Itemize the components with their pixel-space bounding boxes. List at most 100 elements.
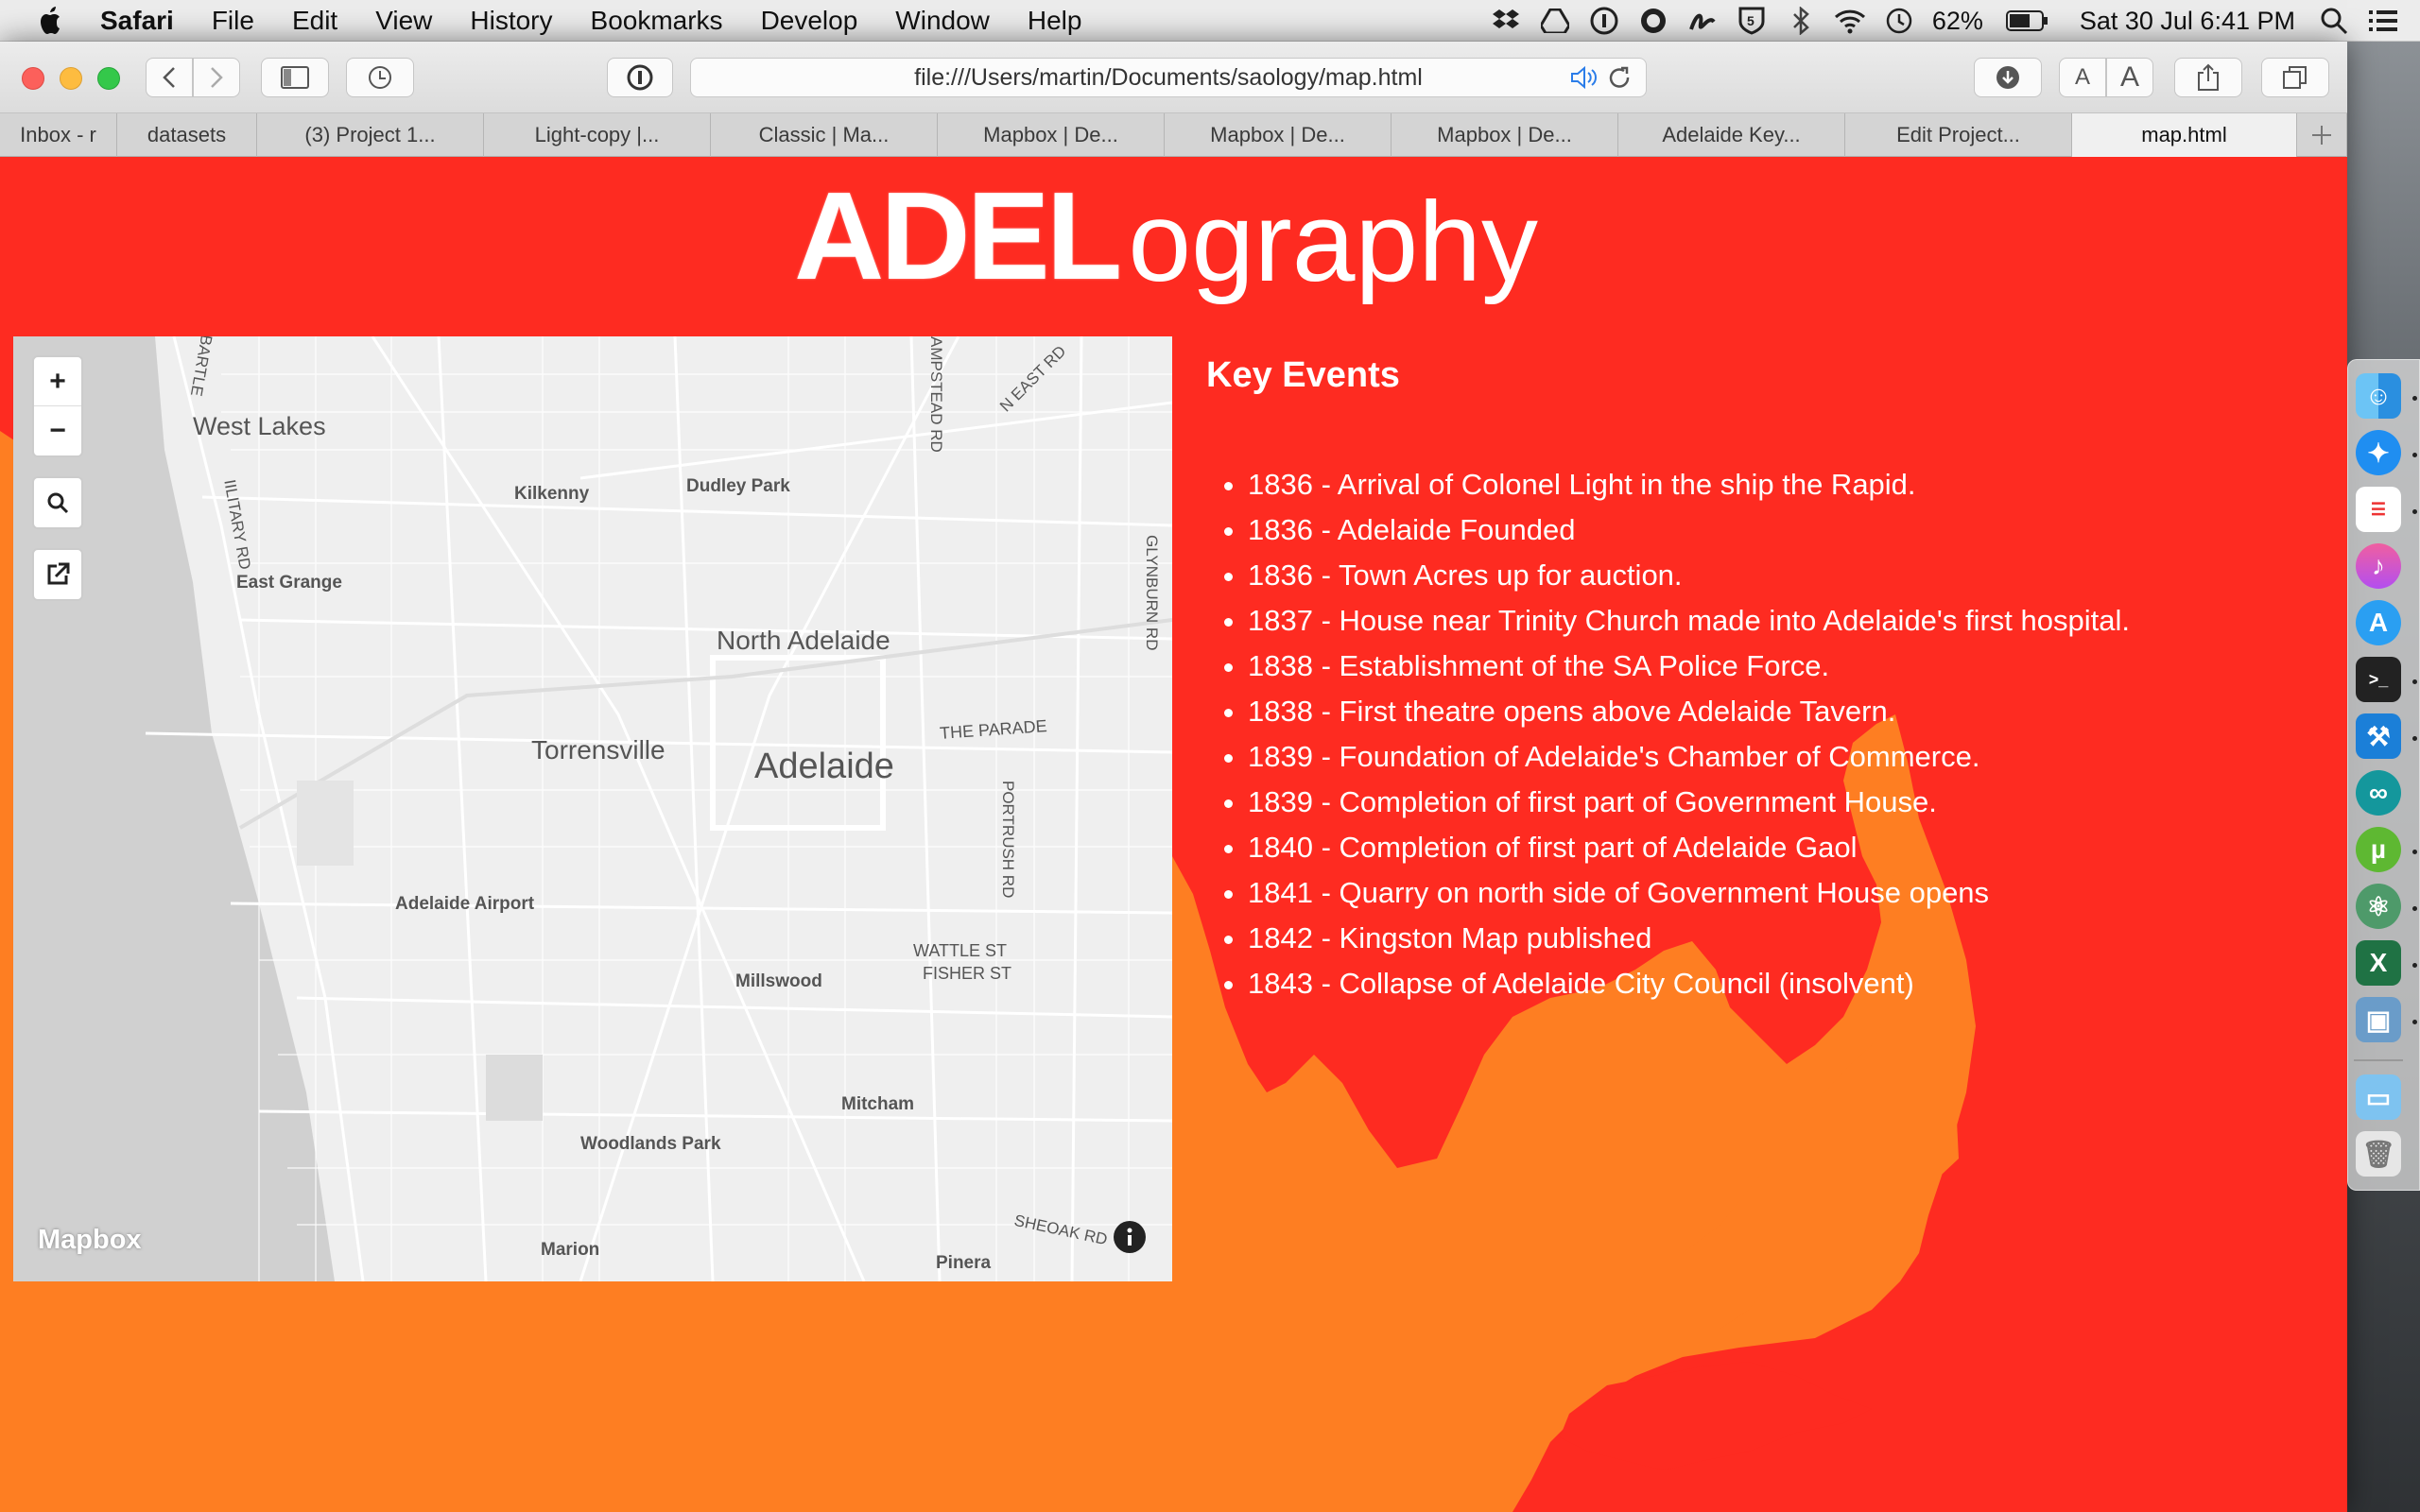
new-tab-button[interactable] (2297, 113, 2347, 157)
address-bar[interactable]: file:///Users/martin/Documents/saology/m… (690, 58, 1647, 97)
address-url: file:///Users/martin/Documents/saology/m… (914, 63, 1423, 91)
menu-view[interactable]: View (375, 6, 432, 36)
tab-classic[interactable]: Classic | Ma... (711, 113, 938, 157)
key-events-title: Key Events (1206, 355, 1400, 395)
xcode-icon[interactable]: ⚒ (2356, 713, 2401, 759)
event-item: 1836 - Town Acres up for auction. (1248, 553, 2322, 598)
preview-icon[interactable]: ▣ (2356, 997, 2401, 1042)
dropbox-icon[interactable] (1490, 5, 1522, 37)
map-label-millswood: Millswood (735, 971, 822, 991)
tab-light-copy[interactable]: Light-copy |... (484, 113, 711, 157)
share-button[interactable] (2174, 58, 2242, 97)
fullscreen-control[interactable] (32, 548, 83, 601)
event-item: 1838 - Establishment of the SA Police Fo… (1248, 644, 2322, 689)
menu-app-safari[interactable]: Safari (100, 6, 174, 36)
event-item: 1842 - Kingston Map published (1248, 916, 2322, 961)
reload-icon[interactable] (1608, 66, 1633, 97)
menu-history[interactable]: History (470, 6, 552, 36)
tab-datasets[interactable]: datasets (117, 113, 257, 157)
tab-adelaide-key[interactable]: Adelaide Key... (1618, 113, 1845, 157)
map-label-west-lakes: West Lakes (193, 412, 326, 440)
five-shield-icon[interactable]: 5 (1736, 5, 1768, 37)
map-label-mitcham: Mitcham (841, 1094, 915, 1114)
utorrent-icon[interactable]: µ (2356, 827, 2401, 872)
battery-icon[interactable] (2005, 5, 2049, 37)
tab-mapbox-3[interactable]: Mapbox | De... (1392, 113, 1618, 157)
finder-icon[interactable]: ☺ (2356, 373, 2401, 419)
zoom-out-button[interactable]: − (34, 406, 81, 455)
signature-icon[interactable] (1686, 5, 1719, 37)
folder-icon[interactable]: ▭ (2356, 1074, 2401, 1120)
forward-button[interactable] (193, 58, 240, 97)
reminders-icon[interactable]: ☰ (2356, 487, 2401, 532)
tab-mapbox-1[interactable]: Mapbox | De... (938, 113, 1165, 157)
back-button[interactable] (146, 58, 193, 97)
menu-help[interactable]: Help (1028, 6, 1082, 36)
event-item: 1839 - Foundation of Adelaide's Chamber … (1248, 734, 2322, 780)
history-button[interactable] (346, 58, 414, 97)
event-item: 1836 - Adelaide Founded (1248, 507, 2322, 553)
menu-develop[interactable]: Develop (761, 6, 858, 36)
logo-adel: ADEL (794, 166, 1122, 305)
tab-inbox[interactable]: Inbox - r (0, 113, 117, 157)
app-store-icon[interactable]: A (2356, 600, 2401, 645)
arduino-icon[interactable]: ∞ (2356, 770, 2401, 816)
tab-edit-project[interactable]: Edit Project... (1845, 113, 2072, 157)
menu-window[interactable]: Window (895, 6, 990, 36)
menu-file[interactable]: File (212, 6, 254, 36)
itunes-icon[interactable]: ♪ (2356, 543, 2401, 589)
wifi-icon[interactable] (1834, 5, 1866, 37)
event-item: 1839 - Completion of first part of Gover… (1248, 780, 2322, 825)
menu-edit[interactable]: Edit (292, 6, 337, 36)
minimize-window-button[interactable] (60, 67, 82, 90)
map-info-button[interactable] (1114, 1221, 1146, 1253)
search-icon (47, 492, 69, 514)
map-label-east-grange: East Grange (236, 573, 342, 593)
event-item: 1837 - House near Trinity Church made in… (1248, 598, 2322, 644)
download-icon (1996, 66, 2019, 89)
clock[interactable]: Sat 30 Jul 6:41 PM (2080, 7, 2295, 36)
circle-app-icon[interactable] (1637, 5, 1669, 37)
text-larger-button[interactable]: A (2106, 58, 2153, 97)
trash-icon[interactable]: 🗑 (2356, 1131, 2401, 1177)
onepassword-button[interactable] (607, 58, 673, 97)
info-circle-icon[interactable] (1588, 5, 1620, 37)
key-events-panel: Key Events 1836 - Arrival of Colonel Lig… (1206, 355, 2322, 1006)
map-label-kilkenny: Kilkenny (514, 484, 590, 504)
safari-icon[interactable]: ✦ (2356, 430, 2401, 475)
sidebar-button[interactable] (261, 58, 329, 97)
text-smaller-button[interactable]: A (2059, 58, 2106, 97)
audio-icon[interactable] (1570, 65, 1599, 96)
sidebar-icon (281, 66, 309, 89)
spotlight-search-icon[interactable] (2318, 5, 2350, 37)
plus-icon (2312, 126, 2331, 145)
apple-icon[interactable] (38, 6, 66, 36)
battery-percentage: 62% (1931, 6, 1983, 35)
map-label-woodlands-park: Woodlands Park (580, 1134, 721, 1154)
tab-overview-button[interactable] (2261, 58, 2329, 97)
terminal-icon[interactable]: >_ (2356, 657, 2401, 702)
tab-map-html[interactable]: map.html (2072, 113, 2297, 157)
map-view[interactable]: + − West Lakes Kilkenny Dudley Park East… (13, 336, 1172, 1281)
excel-icon[interactable]: X (2356, 940, 2401, 986)
mapbox-logo[interactable]: Mapbox (38, 1225, 142, 1256)
tab-project[interactable]: (3) Project 1... (257, 113, 484, 157)
map-label-pinera: Pinera (936, 1253, 992, 1273)
notification-center-icon[interactable] (2367, 5, 2399, 37)
downloads-button[interactable] (1974, 58, 2042, 97)
time-machine-icon[interactable] (1883, 5, 1915, 37)
tab-mapbox-2[interactable]: Mapbox | De... (1165, 113, 1392, 157)
bluetooth-icon[interactable] (1785, 5, 1817, 37)
map-label-adelaide-airport: Adelaide Airport (395, 894, 535, 914)
google-drive-icon[interactable] (1539, 5, 1571, 37)
logo-ography: ography (1128, 179, 1538, 305)
close-window-button[interactable] (22, 67, 44, 90)
zoom-window-button[interactable] (97, 67, 120, 90)
search-control[interactable] (32, 476, 83, 529)
menu-bookmarks[interactable]: Bookmarks (591, 6, 723, 36)
safari-window: file:///Users/martin/Documents/saology/m… (0, 42, 2347, 1512)
external-link-icon (47, 562, 70, 585)
zoom-in-button[interactable]: + (34, 357, 81, 406)
atom-icon[interactable]: ⚛ (2356, 884, 2401, 929)
site-logo: ADEL ography (794, 166, 1538, 305)
